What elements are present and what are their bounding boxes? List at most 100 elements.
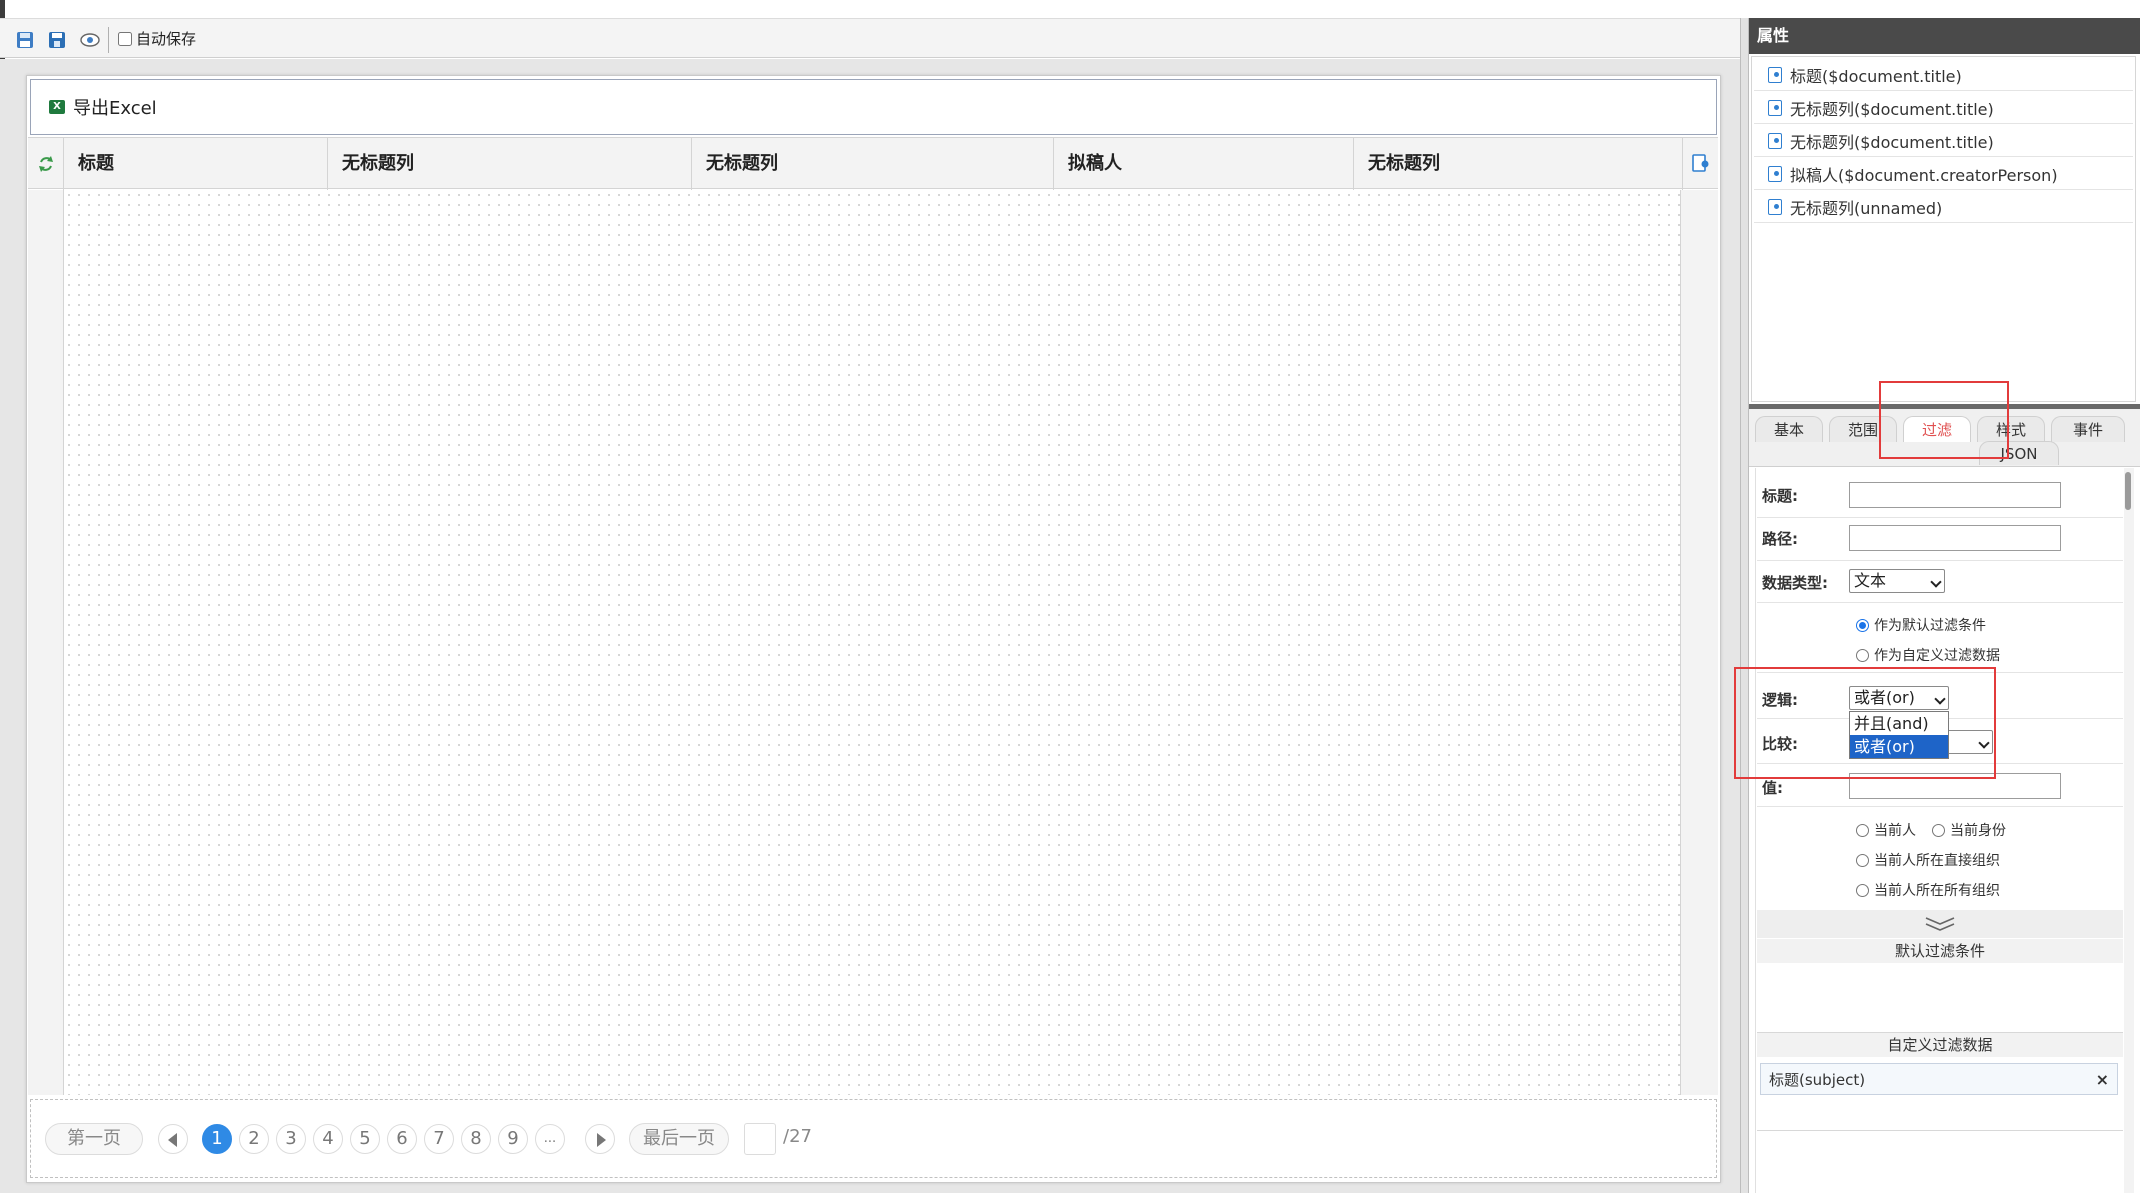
field-icon (1768, 165, 1782, 182)
grid-right-gutter (1680, 190, 1718, 1095)
form-divider (1757, 560, 2123, 561)
page-4[interactable]: 4 (313, 1124, 343, 1154)
radio-default-filter[interactable]: 作为默认过滤条件 (1856, 615, 1986, 635)
radio-button (1856, 618, 1869, 632)
column-header-untitled-3[interactable]: 无标题列 (1354, 138, 1682, 190)
column-header-untitled-1[interactable]: 无标题列 (328, 138, 692, 190)
field-item[interactable]: 无标题列(unnamed) (1754, 191, 2133, 223)
tab-basic[interactable]: 基本 (1755, 416, 1823, 442)
next-arrow-icon (597, 1133, 606, 1147)
prev-arrow-icon (168, 1133, 177, 1147)
field-item-label: 标题($document.title) (1790, 66, 1962, 86)
panel-splitter[interactable] (1740, 18, 1749, 1193)
column-header-creator[interactable]: 拟稿人 (1054, 138, 1354, 190)
page-8[interactable]: 8 (461, 1124, 491, 1154)
grid-row-gutter (28, 190, 64, 1095)
column-header-untitled-2[interactable]: 无标题列 (692, 138, 1054, 190)
radio-direct-org-label: 当前人所在直接组织 (1874, 853, 2000, 869)
page-3[interactable]: 3 (276, 1124, 306, 1154)
field-icon (1768, 132, 1782, 149)
radio-custom-filter-label: 作为自定义过滤数据 (1874, 648, 2000, 664)
radio-direct-org[interactable]: 当前人所在直接组织 (1856, 850, 2000, 870)
tab-filter[interactable]: 过滤 (1903, 416, 1971, 442)
page-1[interactable]: 1 (202, 1124, 232, 1154)
field-item[interactable]: 无标题列($document.title) (1754, 92, 2133, 124)
datatype-select[interactable]: 文本 (1849, 569, 1945, 593)
close-icon[interactable]: × (2096, 1070, 2109, 1089)
field-item-label: 无标题列($document.title) (1790, 132, 1994, 152)
title-input[interactable] (1849, 482, 2061, 508)
form-divider (1757, 602, 2123, 603)
field-item-label: 无标题列(unnamed) (1790, 198, 1943, 218)
grid-header: 标题 无标题列 无标题列 拟稿人 无标题列 (28, 137, 1718, 190)
first-page-button[interactable]: 第一页 (45, 1123, 143, 1155)
form-divider (1757, 763, 2123, 764)
prev-page-button[interactable] (158, 1124, 188, 1154)
export-excel-label: 导出Excel (73, 98, 157, 119)
autosave-label: 自动保存 (136, 30, 197, 48)
page-9[interactable]: 9 (498, 1124, 528, 1154)
tab-events[interactable]: 事件 (2051, 416, 2125, 442)
logic-value: 或者(or) (1854, 688, 1915, 707)
column-add-cell[interactable] (1682, 138, 1718, 190)
form-divider (1757, 517, 2123, 518)
field-item[interactable]: 标题($document.title) (1754, 59, 2133, 91)
value-input[interactable] (1849, 773, 2061, 799)
column-header-title[interactable]: 标题 (64, 138, 328, 190)
datatype-label: 数据类型: (1762, 574, 1828, 592)
add-column-icon[interactable] (1691, 154, 1710, 174)
page-6[interactable]: 6 (387, 1124, 417, 1154)
logic-option-and[interactable]: 并且(and) (1850, 712, 1948, 735)
grid-body (64, 190, 1680, 1095)
radio-current-person[interactable]: 当前人 (1856, 820, 1916, 840)
field-icon (1768, 198, 1782, 215)
page-number-input[interactable] (744, 1123, 776, 1155)
chevron-down-icon (1978, 737, 1990, 749)
save-as-icon[interactable] (48, 31, 66, 49)
field-icon (1768, 66, 1782, 83)
logic-select[interactable]: 或者(or) (1849, 686, 1949, 710)
excel-icon: X (49, 100, 65, 114)
path-input[interactable] (1849, 525, 2061, 551)
field-item[interactable]: 无标题列($document.title) (1754, 125, 2133, 157)
logic-option-or[interactable]: 或者(or) (1850, 735, 1948, 758)
next-page-button[interactable] (585, 1124, 615, 1154)
refresh-icon[interactable] (38, 155, 54, 173)
field-icon (1768, 99, 1782, 116)
radio-current-person-label: 当前人 (1874, 823, 1916, 839)
page-5[interactable]: 5 (350, 1124, 380, 1154)
page-ellipsis[interactable]: ... (535, 1124, 565, 1154)
form-scrollbar[interactable] (2124, 468, 2134, 1193)
property-tabs: 基本 范围 过滤 样式 事件 JSON (1749, 409, 2140, 467)
logic-label: 逻辑: (1762, 691, 1798, 709)
form-scrollbar-thumb[interactable] (2125, 472, 2131, 510)
title-label: 标题: (1762, 487, 1798, 505)
tab-json[interactable]: JSON (1979, 441, 2059, 465)
last-page-button[interactable]: 最后一页 (629, 1123, 729, 1155)
preview-icon[interactable] (80, 31, 100, 49)
value-label: 值: (1762, 779, 1783, 797)
autosave-toggle[interactable]: 自动保存 (118, 28, 196, 49)
chevron-down-icon (1930, 576, 1942, 588)
tab-style[interactable]: 样式 (1977, 416, 2045, 442)
radio-all-org[interactable]: 当前人所在所有组织 (1856, 880, 2000, 900)
save-icon[interactable] (16, 31, 34, 49)
radio-custom-filter[interactable]: 作为自定义过滤数据 (1856, 645, 2000, 665)
export-excel-button[interactable]: X 导出Excel (49, 94, 157, 120)
radio-current-identity[interactable]: 当前身份 (1932, 820, 2006, 840)
page-7[interactable]: 7 (424, 1124, 454, 1154)
custom-filter-item[interactable]: 标题(subject) × (1760, 1063, 2118, 1095)
form-divider (1757, 806, 2123, 807)
collapse-toggle[interactable] (1757, 910, 2123, 938)
refresh-cell[interactable] (28, 138, 64, 190)
radio-all-org-label: 当前人所在所有组织 (1874, 883, 2000, 899)
radio-button (1932, 823, 1945, 837)
autosave-checkbox[interactable] (118, 31, 132, 46)
field-item[interactable]: 拟稿人($document.creatorPerson) (1754, 158, 2133, 190)
tab-scope[interactable]: 范围 (1829, 416, 1897, 442)
column-field-list: 标题($document.title) 无标题列($document.title… (1751, 56, 2136, 402)
page-2[interactable]: 2 (239, 1124, 269, 1154)
path-label: 路径: (1762, 530, 1798, 548)
radio-button (1856, 853, 1869, 867)
designer-toolbar: 自动保存 (0, 18, 1740, 58)
